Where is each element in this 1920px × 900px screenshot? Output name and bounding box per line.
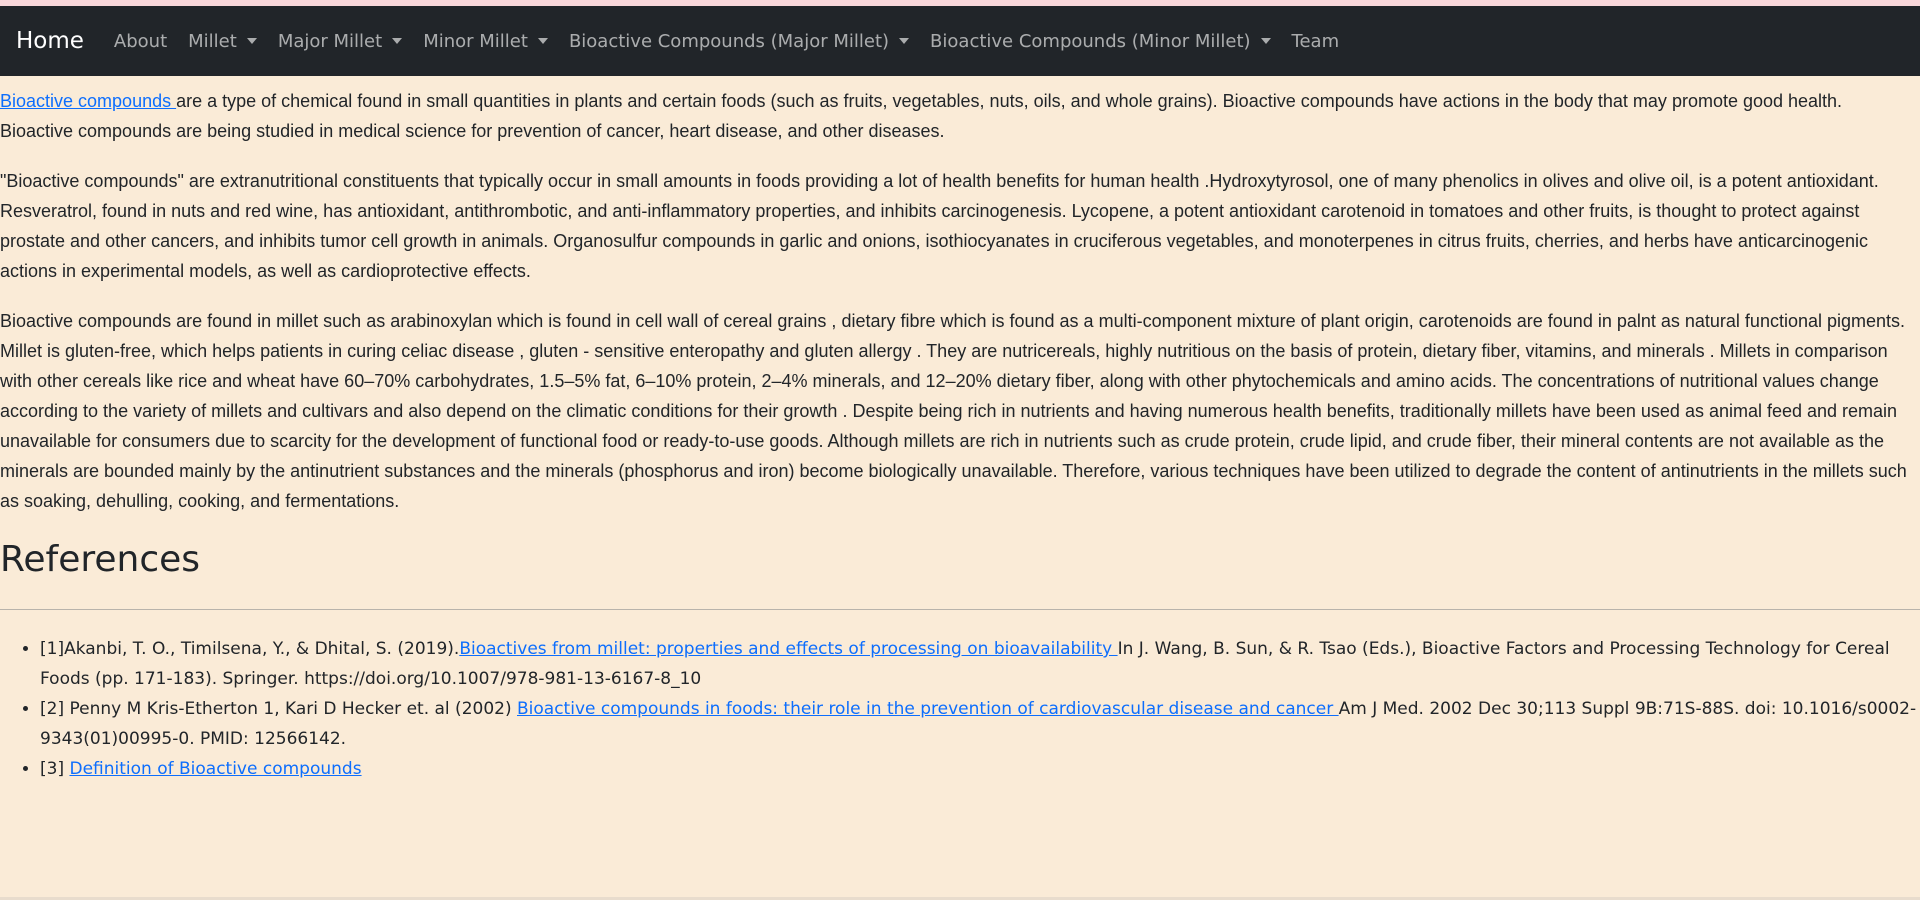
caret-down-icon <box>392 38 403 44</box>
reference-item-1: [1]Akanbi, T. O., Timilsena, Y., & Dhita… <box>40 634 1920 694</box>
constituents-paragraph-text: "Bioactive compounds" are extranutrition… <box>0 171 1879 281</box>
constituents-paragraph: "Bioactive compounds" are extranutrition… <box>0 166 1920 286</box>
references-list: [1]Akanbi, T. O., Timilsena, Y., & Dhita… <box>0 634 1920 784</box>
caret-down-icon <box>1260 38 1271 44</box>
nav-item-team[interactable]: Team <box>1292 31 1340 52</box>
reference-prefix: [2] Penny M Kris-Etherton 1, Kari D Heck… <box>40 699 517 719</box>
nav-item-label: Minor Millet <box>423 30 528 52</box>
millet-paragraph: Bioactive compounds are found in millet … <box>0 306 1920 516</box>
reference-item-2: [2] Penny M Kris-Etherton 1, Kari D Heck… <box>40 694 1920 754</box>
nav-item-label: Team <box>1291 30 1340 52</box>
references-heading: References <box>0 539 201 580</box>
caret-down-icon <box>899 38 910 44</box>
nav-item-label: Millet <box>188 30 237 52</box>
nav-item-label: Bioactive Compounds (Minor Millet) <box>930 30 1251 52</box>
caret-down-icon <box>246 38 257 44</box>
millet-paragraph-text: Bioactive compounds are found in millet … <box>0 311 1907 511</box>
nav-brand-home[interactable]: Home <box>16 28 84 54</box>
caret-down-icon <box>537 38 548 44</box>
reference-link-1[interactable]: Bioactives from millet: properties and e… <box>459 639 1117 659</box>
nav-item-minor-millet[interactable]: Minor Millet <box>423 31 548 52</box>
main-content: Bioactive compounds are a type of chemic… <box>0 86 1920 784</box>
reference-link-2[interactable]: Bioactive compounds in foods: their role… <box>517 699 1339 719</box>
divider <box>0 609 1920 610</box>
reference-item-3: [3] Definition of Bioactive compounds <box>40 754 1920 784</box>
nav-item-label: About <box>113 30 168 52</box>
nav-item-label: Major Millet <box>277 30 383 52</box>
nav-item-millet[interactable]: Millet <box>188 31 257 52</box>
nav-item-about[interactable]: About <box>114 31 167 52</box>
bioactive-compounds-link[interactable]: Bioactive compounds <box>0 91 176 111</box>
nav-item-bioactive-minor[interactable]: Bioactive Compounds (Minor Millet) <box>930 30 1271 52</box>
intro-paragraph: Bioactive compounds are a type of chemic… <box>0 86 1920 146</box>
reference-prefix: [3] <box>40 759 70 779</box>
reference-link-3[interactable]: Definition of Bioactive compounds <box>69 759 361 779</box>
nav-item-major-millet[interactable]: Major Millet <box>277 30 403 52</box>
nav-item-bioactive-major[interactable]: Bioactive Compounds (Major Millet) <box>568 30 910 52</box>
reference-prefix: [1]Akanbi, T. O., Timilsena, Y., & Dhita… <box>40 639 460 659</box>
navbar: Home About Millet Major Millet Minor Mil… <box>0 6 1920 76</box>
intro-paragraph-text: are a type of chemical found in small qu… <box>0 91 1843 141</box>
nav-item-label: Bioactive Compounds (Major Millet) <box>568 30 890 52</box>
